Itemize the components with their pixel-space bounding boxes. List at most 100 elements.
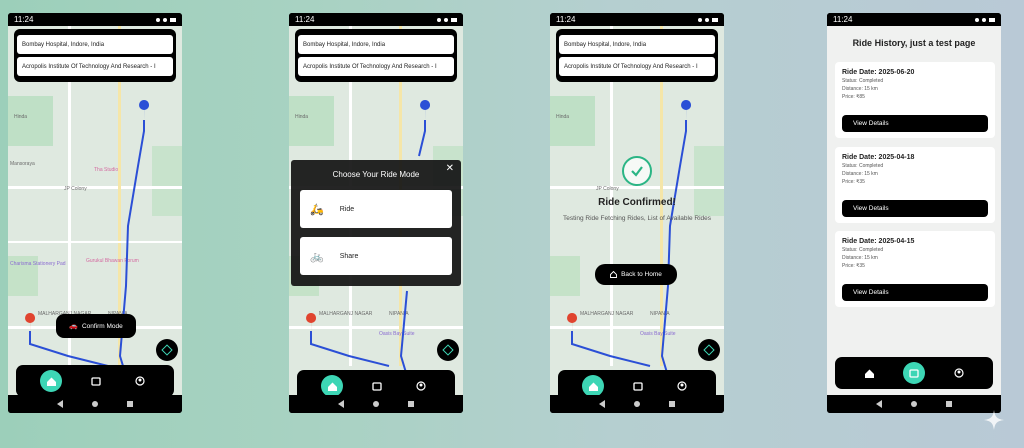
home-icon <box>327 382 337 391</box>
car-icon: 🚗 <box>69 323 78 330</box>
bottom-nav <box>297 370 455 395</box>
system-nav-bar <box>550 395 724 413</box>
back-icon[interactable] <box>599 400 606 408</box>
ride-status: Status: Completed <box>842 78 884 84</box>
back-icon[interactable] <box>876 400 883 408</box>
ride-card: Ride Date: 2025-06-20 Status: Completed … <box>835 62 995 138</box>
back-to-home-label: Back to Home <box>621 271 662 278</box>
ride-distance: Distance: 15 km <box>842 171 878 177</box>
recenter-button[interactable] <box>156 339 178 361</box>
ride-price: Price: ₹35 <box>842 179 865 185</box>
ride-option[interactable]: 🛵 Ride <box>300 190 452 228</box>
nav-profile[interactable] <box>672 376 692 395</box>
ride-distance: Distance: 15 km <box>842 255 878 261</box>
nav-rides[interactable] <box>628 376 648 395</box>
nav-home[interactable] <box>40 370 62 392</box>
status-bar: 11:24 <box>289 13 463 26</box>
navigate-icon <box>442 344 454 356</box>
confirm-mode-button[interactable]: 🚗 Confirm Mode <box>56 314 136 338</box>
address-panel: Bombay Hospital, Indore, India Acropolis… <box>14 29 176 82</box>
recenter-button[interactable] <box>698 339 720 361</box>
confirmation-subtitle: Testing Ride Fetching Rides, List of Ava… <box>562 215 711 222</box>
confirm-mode-label: Confirm Mode <box>81 322 123 330</box>
ride-date: Ride Date: 2025-06-20 <box>842 69 915 76</box>
ride-card: Ride Date: 2025-04-18 Status: Completed … <box>835 147 995 223</box>
ride-status: Status: Completed <box>842 247 884 253</box>
phone-screen-ride-confirmed: 11:24 Hinda JP Colony MALHARGANJ NAGAR N… <box>550 13 724 413</box>
confirmation-title: Ride Confirmed! <box>598 197 676 208</box>
destination-pin-icon <box>420 100 431 122</box>
share-option-label: Share <box>339 252 359 260</box>
nav-home[interactable] <box>859 363 879 383</box>
status-time: 11:24 <box>833 15 853 24</box>
system-nav-bar <box>289 395 463 413</box>
ride-icon <box>633 382 643 391</box>
back-to-home-button[interactable]: Back to Home <box>595 264 677 285</box>
recents-icon[interactable] <box>668 401 675 407</box>
view-details-button[interactable]: View Details <box>842 284 988 301</box>
checkmark-icon <box>622 156 652 186</box>
share-option[interactable]: 🚲 Share <box>300 237 452 275</box>
view-details-button[interactable]: View Details <box>842 200 988 217</box>
nav-profile[interactable] <box>411 376 431 395</box>
ride-price: Price: ₹35 <box>842 263 865 269</box>
bottom-nav <box>558 370 716 395</box>
home-system-icon[interactable] <box>910 401 917 407</box>
nav-rides[interactable] <box>86 371 106 391</box>
address-panel: Bombay Hospital, Indore, India Acropolis… <box>295 29 457 82</box>
back-icon[interactable] <box>338 400 345 408</box>
nav-rides[interactable] <box>903 362 925 384</box>
from-address-field[interactable]: Bombay Hospital, Indore, India <box>298 35 454 54</box>
destination-pin-icon <box>681 100 692 122</box>
profile-icon <box>416 381 426 391</box>
recents-icon[interactable] <box>945 401 952 407</box>
to-address-field[interactable]: Acropolis Institute Of Technology And Re… <box>17 57 173 76</box>
phone-screen-map-confirm: 11:24 Hinda Tha Studio Mansoraya JP Colo… <box>8 13 182 413</box>
profile-icon <box>677 381 687 391</box>
dialog-title: Choose Your Ride Mode <box>332 170 420 179</box>
to-address-field[interactable]: Acropolis Institute Of Technology And Re… <box>298 57 454 76</box>
ride-option-label: Ride <box>339 205 355 213</box>
to-address-field[interactable]: Acropolis Institute Of Technology And Re… <box>559 57 715 76</box>
recenter-button[interactable] <box>437 339 459 361</box>
nav-home[interactable] <box>582 375 604 395</box>
navigate-icon <box>161 344 173 356</box>
view-details-button[interactable]: View Details <box>842 115 988 132</box>
system-nav-bar <box>8 395 182 413</box>
home-system-icon[interactable] <box>372 401 379 407</box>
profile-icon <box>954 368 964 378</box>
from-address-field[interactable]: Bombay Hospital, Indore, India <box>17 35 173 54</box>
nav-profile[interactable] <box>949 363 969 383</box>
ride-status: Status: Completed <box>842 163 884 169</box>
nav-profile[interactable] <box>130 371 150 391</box>
bottom-nav <box>16 365 174 395</box>
status-icons <box>156 17 176 22</box>
back-icon[interactable] <box>57 400 64 408</box>
nav-rides[interactable] <box>367 376 387 395</box>
nav-home[interactable] <box>321 375 343 395</box>
ride-icon <box>91 377 101 386</box>
recents-icon[interactable] <box>407 401 414 407</box>
status-bar: 11:24 <box>550 13 724 26</box>
navigate-icon <box>703 344 715 356</box>
ride-card: Ride Date: 2025-04-15 Status: Completed … <box>835 231 995 307</box>
status-bar: 11:24 <box>827 13 1001 26</box>
recents-icon[interactable] <box>126 401 133 407</box>
ride-price: Price: ₹85 <box>842 94 865 100</box>
home-icon <box>588 382 598 391</box>
ride-date: Ride Date: 2025-04-18 <box>842 154 915 161</box>
history-page: Ride History, just a test page Ride Date… <box>827 26 1001 395</box>
status-time: 11:24 <box>556 15 576 24</box>
ride-icon <box>909 369 919 378</box>
close-icon[interactable]: ✕ <box>446 163 454 174</box>
home-system-icon[interactable] <box>633 401 640 407</box>
home-system-icon[interactable] <box>91 401 98 407</box>
address-panel: Bombay Hospital, Indore, India Acropolis… <box>556 29 718 82</box>
home-icon <box>610 271 618 278</box>
ride-mode-dialog: ✕ Choose Your Ride Mode 🛵 Ride 🚲 Share <box>291 160 461 286</box>
ride-distance: Distance: 15 km <box>842 86 878 92</box>
ride-date: Ride Date: 2025-04-15 <box>842 238 915 245</box>
ride-icon <box>372 382 382 391</box>
phone-screen-ride-mode: 11:24 Hinda MALHARGANJ NAGAR NIPANIA Oas… <box>289 13 463 413</box>
from-address-field[interactable]: Bombay Hospital, Indore, India <box>559 35 715 54</box>
